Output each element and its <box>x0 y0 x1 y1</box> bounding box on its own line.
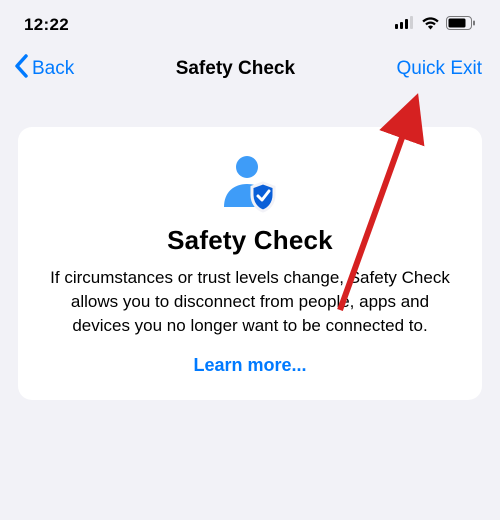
page-title: Safety Check <box>176 58 295 80</box>
status-indicators <box>395 16 476 35</box>
back-button[interactable]: Back <box>14 54 74 83</box>
status-time: 12:22 <box>24 15 69 35</box>
person-shield-icon <box>40 155 460 213</box>
quick-exit-button[interactable]: Quick Exit <box>396 58 482 80</box>
learn-more-link[interactable]: Learn more... <box>40 355 460 376</box>
chevron-left-icon <box>14 54 28 83</box>
battery-icon <box>446 16 476 35</box>
card-description: If circumstances or trust levels change,… <box>40 266 460 337</box>
back-label: Back <box>32 58 74 80</box>
wifi-icon <box>421 16 440 35</box>
cellular-icon <box>395 16 415 34</box>
safety-check-card: Safety Check If circumstances or trust l… <box>18 127 482 400</box>
card-title: Safety Check <box>40 225 460 256</box>
navigation-bar: Back Safety Check Quick Exit <box>0 44 500 97</box>
status-bar: 12:22 <box>0 0 500 44</box>
